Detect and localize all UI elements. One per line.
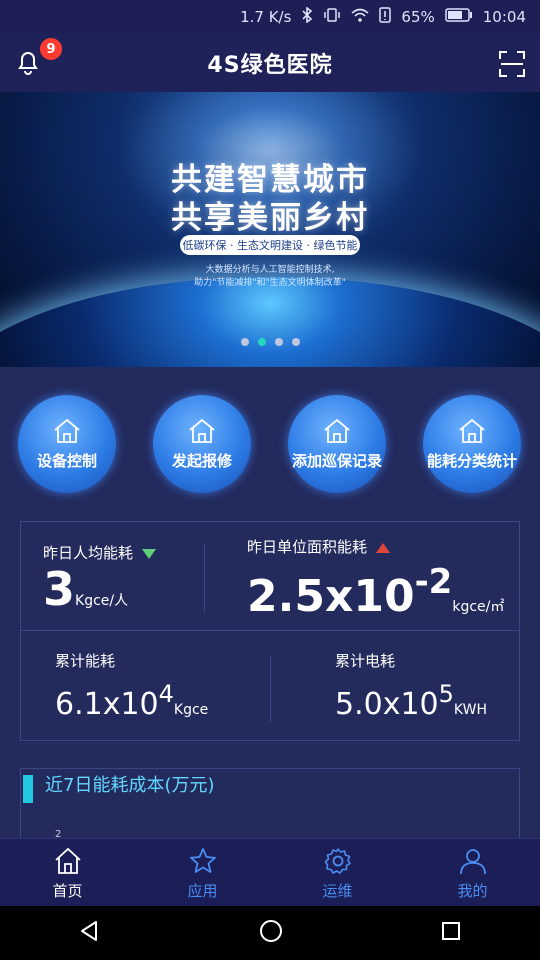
banner-subtext-2: 助力"节能减排"和"生态文明体制改革" (194, 278, 346, 288)
per-area-label: 昨日单位面积能耗 (247, 536, 391, 557)
home-icon (189, 418, 215, 443)
per-area-exponent: -2 (414, 562, 453, 602)
pager-dot-active[interactable] (257, 338, 266, 346)
total-power-base: 5.0x10 (335, 687, 439, 722)
total-power-value: 5.0x105KWH (335, 680, 487, 722)
battery-icon (445, 8, 473, 26)
pager-dot[interactable] (291, 338, 300, 346)
vibrate-icon (323, 7, 341, 27)
total-energy-exponent: 4 (158, 680, 174, 708)
repair-request-button[interactable]: 发起报修 (153, 395, 251, 493)
up-triangle-icon (375, 542, 390, 553)
energy-category-button[interactable]: 能耗分类统计 (423, 395, 521, 493)
home-button[interactable] (258, 918, 284, 948)
quick-action-label: 能耗分类统计 (426, 451, 517, 470)
per-area-label-text: 昨日单位面积能耗 (247, 538, 368, 556)
tab-label: 运维 (322, 881, 353, 900)
pager-dot[interactable] (240, 338, 249, 346)
total-energy-label: 累计能耗 (55, 652, 116, 670)
total-energy-unit: Kgce (173, 702, 209, 718)
clock: 10:04 (482, 8, 526, 26)
back-icon (81, 921, 97, 941)
per-capita-unit: Kgce/人 (75, 593, 129, 609)
total-power-exponent: 5 (438, 680, 454, 708)
banner-pager (0, 338, 540, 346)
user-icon (459, 848, 486, 874)
pager-dot[interactable] (274, 338, 283, 346)
section-accent-bar (23, 775, 33, 803)
notification-badge: 9 (40, 38, 62, 60)
banner-headline-2: 共享美丽乡村 (171, 200, 369, 236)
page-title: 4S绿色医院 (207, 53, 333, 78)
home-icon (54, 418, 80, 443)
y-axis-tick: 2 (55, 829, 62, 838)
tab-home[interactable]: 首页 (0, 839, 135, 907)
divider (270, 656, 271, 722)
total-energy-base: 6.1x10 (55, 687, 159, 722)
promo-banner[interactable]: 共建智慧城市 共享美丽乡村 低碳环保 · 生态文明建设 · 绿色节能 大数据分析… (0, 92, 540, 367)
alert-icon (379, 7, 392, 27)
system-nav-bar (0, 906, 540, 960)
energy-cost-chart-card: 近7日能耗成本(万元) 2 (20, 768, 520, 838)
per-capita-number: 3 (43, 562, 76, 616)
per-area-base: 2.5x10 (247, 571, 415, 622)
device-control-button[interactable]: 设备控制 (18, 395, 116, 493)
bluetooth-icon (301, 6, 313, 27)
chart-title: 近7日能耗成本(万元) (45, 775, 215, 796)
banner-earth-image (0, 277, 540, 367)
quick-actions: 设备控制 发起报修 添加巡保记录 能耗分类统计 (0, 395, 540, 495)
bottom-tab-bar: 首页 应用 运维 我的 (0, 838, 540, 907)
wifi-icon (351, 8, 369, 26)
per-area-unit: kgce/㎡ (452, 599, 505, 615)
divider (204, 544, 205, 612)
per-area-value: 2.5x10-2kgce/㎡ (247, 562, 504, 622)
home-icon (324, 418, 350, 443)
total-energy-value: 6.1x104Kgce (55, 680, 208, 722)
network-speed: 1.7 K/s (240, 8, 292, 26)
recents-icon (442, 922, 460, 940)
per-capita-label: 昨日人均能耗 (43, 542, 157, 563)
per-capita-label-text: 昨日人均能耗 (43, 544, 134, 562)
home-icon (459, 418, 485, 443)
tab-operations[interactable]: 运维 (270, 839, 405, 907)
down-triangle-icon (141, 548, 156, 559)
quick-action-label: 设备控制 (36, 451, 97, 470)
battery-percent: 65% (401, 8, 435, 26)
bell-icon (18, 52, 38, 75)
divider (21, 630, 519, 631)
tab-label: 我的 (457, 881, 488, 900)
banner-tagline: 低碳环保 · 生态文明建设 · 绿色节能 (180, 235, 360, 255)
app-header: 9 4S绿色医院 (0, 34, 540, 92)
tab-label: 首页 (52, 881, 83, 900)
quick-action-label: 发起报修 (171, 451, 232, 470)
status-bar: 1.7 K/s 65% 10:04 (0, 0, 540, 34)
banner-subtext-1: 大数据分析与人工智能控制技术, (205, 265, 335, 275)
tab-apps[interactable]: 应用 (135, 839, 270, 907)
scan-icon (499, 51, 525, 77)
energy-stats-card: 昨日人均能耗 3Kgce/人 昨日单位面积能耗 2.5x10-2kgce/㎡ 累… (20, 521, 520, 741)
per-capita-value: 3Kgce/人 (43, 562, 128, 616)
home-icon (54, 847, 81, 874)
back-button[interactable] (78, 919, 102, 947)
add-inspection-button[interactable]: 添加巡保记录 (288, 395, 386, 493)
total-power-label: 累计电耗 (335, 652, 396, 670)
star-icon (189, 847, 216, 873)
circle-home-icon (260, 920, 282, 942)
recents-button[interactable] (440, 920, 462, 946)
total-power-unit: KWH (453, 702, 487, 718)
tab-label: 应用 (187, 881, 218, 900)
gear-icon (324, 847, 351, 874)
scan-button[interactable] (498, 50, 526, 78)
quick-action-label: 添加巡保记录 (291, 451, 382, 470)
tab-profile[interactable]: 我的 (405, 839, 540, 907)
